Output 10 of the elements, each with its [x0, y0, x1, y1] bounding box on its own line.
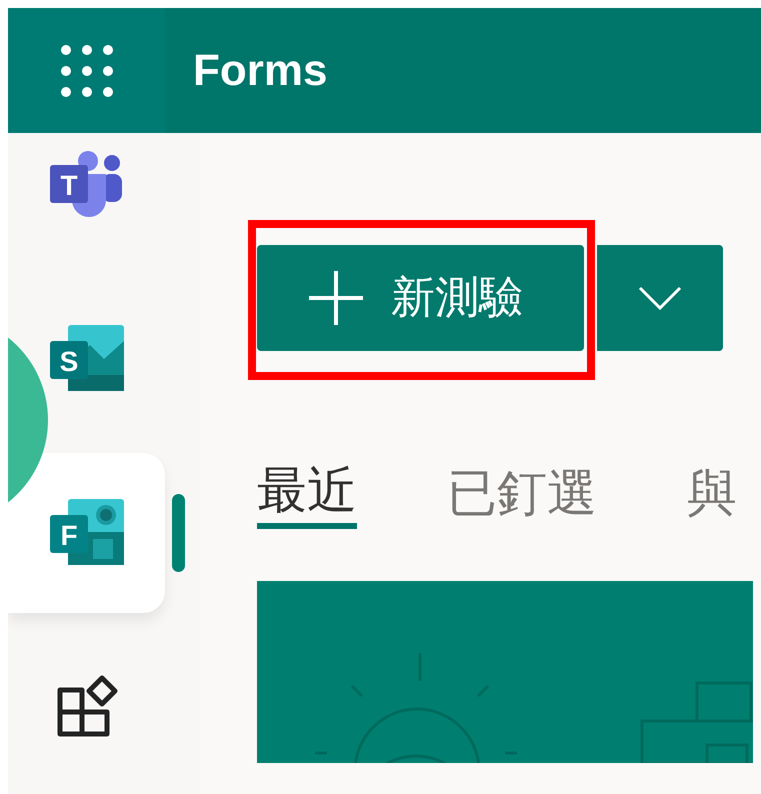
tab[interactable]: 已釘選: [447, 458, 597, 529]
chevron-down-icon: [638, 286, 682, 310]
new-quiz-button[interactable]: 新測驗: [257, 245, 584, 351]
app-launcher-icon[interactable]: [60, 44, 114, 98]
apps-grid-icon[interactable]: [54, 675, 118, 739]
tab[interactable]: 與: [687, 458, 737, 529]
selected-app-tile[interactable]: F: [8, 453, 165, 613]
app-title: Forms: [192, 44, 328, 96]
plus-icon: [309, 271, 363, 325]
tab[interactable]: 最近: [257, 458, 357, 529]
